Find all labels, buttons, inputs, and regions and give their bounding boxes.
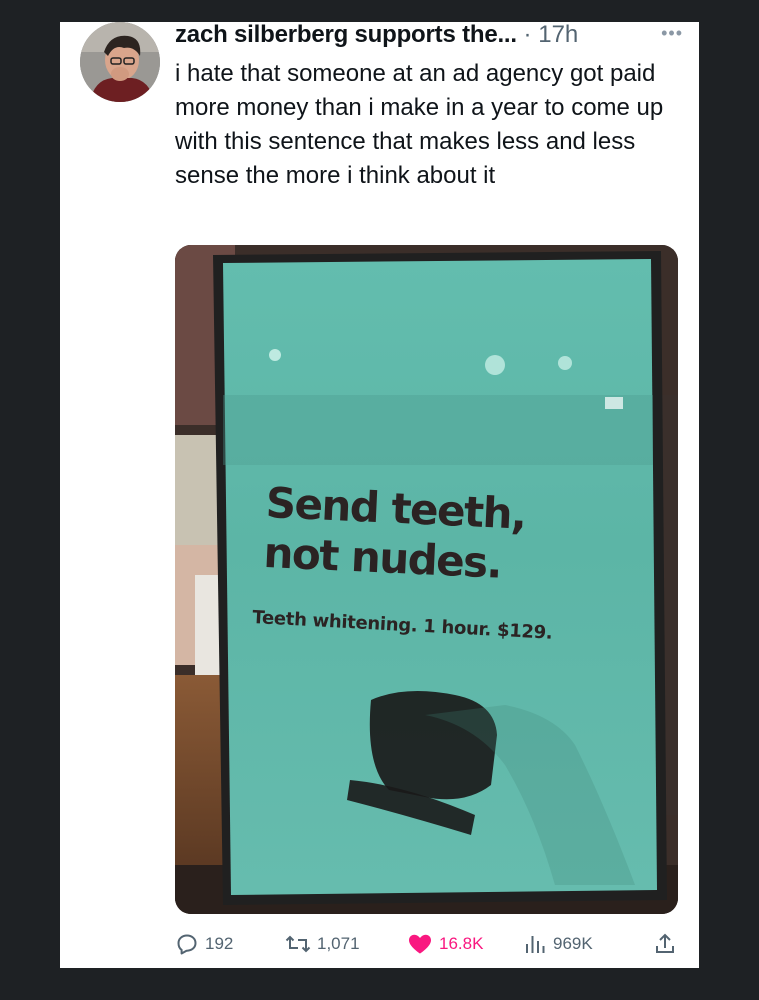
avatar[interactable] bbox=[80, 22, 160, 102]
share-icon bbox=[656, 933, 674, 953]
repost-button[interactable]: 1,071 bbox=[285, 930, 360, 958]
repost-icon bbox=[285, 935, 311, 953]
tweet-card[interactable]: zach silberberg supports the... · 17h ••… bbox=[60, 22, 699, 968]
heart-icon bbox=[409, 934, 431, 954]
views-count: 969K bbox=[553, 934, 593, 953]
tweet-photo[interactable]: Send teeth, not nudes. Teeth whitening. … bbox=[175, 245, 678, 914]
avatar-image bbox=[80, 22, 160, 102]
like-button[interactable]: 16.8K bbox=[407, 930, 483, 958]
separator: · bbox=[523, 22, 532, 48]
views-button[interactable]: 969K bbox=[523, 930, 593, 958]
reply-count: 192 bbox=[205, 934, 234, 953]
like-count: 16.8K bbox=[439, 934, 484, 953]
more-options-icon[interactable]: ••• bbox=[661, 22, 683, 46]
views-icon bbox=[526, 936, 545, 953]
share-button[interactable] bbox=[653, 930, 677, 958]
photo-image bbox=[175, 245, 678, 914]
display-name[interactable]: zach silberberg supports the... bbox=[175, 22, 517, 48]
timestamp[interactable]: 17h bbox=[538, 22, 578, 48]
reply-button[interactable]: 192 bbox=[175, 930, 233, 958]
tweet-actions: 192 1,071 16.8K 969K bbox=[175, 930, 680, 958]
tweet-text: i hate that someone at an ad agency got … bbox=[175, 60, 664, 189]
repost-count: 1,071 bbox=[317, 934, 360, 953]
tweet-header: zach silberberg supports the... · 17h ••… bbox=[175, 22, 683, 52]
reply-icon bbox=[177, 934, 197, 955]
